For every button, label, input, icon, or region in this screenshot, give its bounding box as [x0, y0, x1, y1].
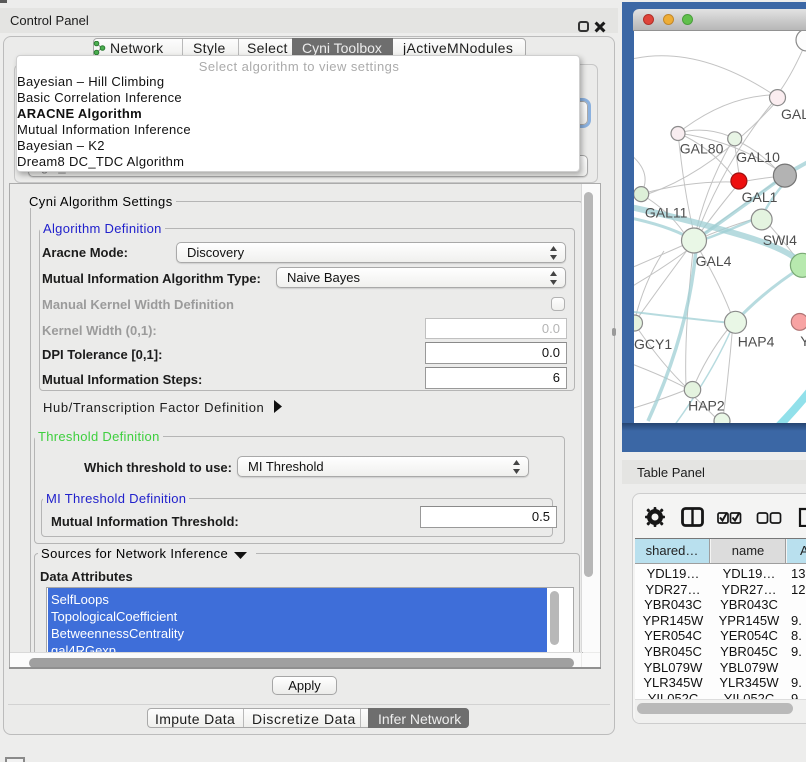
svg-text:GAL10: GAL10: [736, 149, 780, 165]
svg-text:GCY1: GCY1: [634, 336, 672, 352]
svg-text:YJL: YJL: [800, 333, 806, 349]
svg-text:GAL80: GAL80: [680, 141, 724, 157]
svg-text:HAP2: HAP2: [688, 397, 725, 413]
svg-text:SWI4: SWI4: [763, 232, 797, 248]
svg-text:HAP4: HAP4: [738, 333, 775, 349]
svg-text:GAL11: GAL11: [645, 204, 688, 220]
svg-text:GAL2: GAL2: [781, 106, 806, 122]
svg-text:GAL1: GAL1: [742, 189, 778, 205]
svg-text:GAL4: GAL4: [696, 253, 732, 269]
